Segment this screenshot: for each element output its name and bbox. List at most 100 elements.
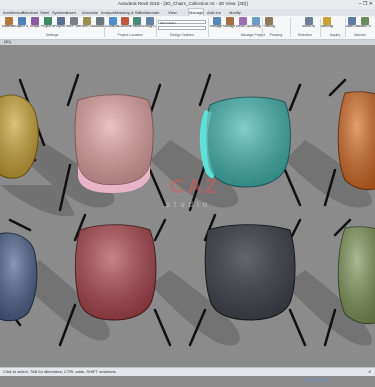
ribbon-button-label: MEP Settings <box>67 25 80 28</box>
object-styles-button[interactable]: Object Styles <box>15 17 28 33</box>
materials-icon <box>4 17 13 25</box>
quick-access-toolbar[interactable] <box>2 1 62 14</box>
phasing-icon <box>264 17 273 25</box>
macro-manager-icon <box>347 17 356 25</box>
manage-links-button[interactable]: Manage Links <box>210 17 223 33</box>
panel-separator <box>320 18 321 37</box>
ribbon-button-label: Object Styles <box>15 25 28 28</box>
ribbon-tabs: Architecture Structure Steel Systems Insert A… <box>0 8 375 17</box>
ribbon-button-label: Manage Images <box>223 25 236 28</box>
macro-security-button[interactable]: Macro Security <box>358 17 371 33</box>
additional-settings-icon <box>95 17 104 25</box>
panel-schedule-templates-button[interactable]: Panel Schedule Templates <box>80 17 93 33</box>
3d-viewport[interactable]: CAZ studio <box>0 45 375 367</box>
ribbon-button-label: Macro Manager <box>345 25 358 28</box>
panel-separator <box>262 18 263 37</box>
panel-label-settings: Settings <box>45 33 59 37</box>
panel-label-project-location: Project Location <box>117 33 143 37</box>
panel-separator <box>208 18 209 37</box>
select-pinned-icon[interactable] <box>325 378 329 382</box>
worksets-icon[interactable] <box>310 378 314 382</box>
tab-massing-site[interactable]: Massing & Site <box>115 9 142 16</box>
tab-structure[interactable]: Structure <box>22 9 38 16</box>
coordinates-icon <box>120 17 129 25</box>
tab-steel[interactable]: Steel <box>40 9 49 16</box>
ribbon-button-label: Starting View <box>249 25 262 28</box>
chair-scene: CAZ studio <box>0 73 375 347</box>
position-icon <box>132 17 141 25</box>
tab-modify[interactable]: Modify <box>229 9 241 16</box>
location-icon <box>108 17 117 25</box>
ribbon-button-label: Macro Security <box>358 25 371 28</box>
tab-add-ins[interactable]: Add-Ins <box>207 9 221 16</box>
ribbon-button-label: Design Options <box>143 25 156 28</box>
panel-label-design-options: Design Options <box>170 33 194 37</box>
snaps-button[interactable]: Snaps <box>28 17 41 33</box>
ribbon-button-label: Warnings <box>320 25 333 28</box>
project-parameters-button[interactable]: Project Parameters <box>54 17 67 33</box>
panel-schedule-icon <box>82 17 91 25</box>
manage-links-icon <box>212 17 221 25</box>
select-links-icon[interactable] <box>320 378 324 382</box>
ribbon-button-label: Panel Schedule Templates <box>80 25 93 28</box>
macro-security-icon <box>360 17 369 25</box>
ribbon-button-label: Select by ID <box>302 25 315 28</box>
design-option-select[interactable]: Main Model <box>158 20 206 25</box>
ribbon-button-label: Project Info <box>41 25 54 28</box>
macro-manager-button[interactable]: Macro Manager <box>345 17 358 33</box>
ribbon-button-label: Decal Types <box>236 25 249 28</box>
svg-text:CAZ: CAZ <box>170 176 220 198</box>
warnings-button[interactable]: Warnings <box>320 17 333 33</box>
panel-separator <box>104 18 105 37</box>
project-info-button[interactable]: Project Info <box>41 17 54 33</box>
design-option-icon[interactable] <box>315 378 319 382</box>
window-title: Autodesk Revit 2018 - [3D_Chairs_Collect… <box>118 1 248 6</box>
project-info-icon <box>43 17 52 25</box>
tab-annotate[interactable]: Annotate <box>82 9 98 16</box>
ribbon-button-label: Position <box>130 25 143 28</box>
panel-label-phasing: Phasing <box>269 33 283 37</box>
snaps-icon <box>30 17 39 25</box>
starting-view-button[interactable]: Starting View <box>249 17 262 33</box>
decal-types-icon <box>238 17 247 25</box>
tab-view[interactable]: View <box>168 9 177 16</box>
tab-analyze[interactable]: Analyze <box>101 9 115 16</box>
position-button[interactable]: Position <box>130 17 143 33</box>
project-parameters-icon <box>56 17 65 25</box>
selection-count: :0 <box>367 369 371 374</box>
view-controls[interactable] <box>305 369 345 382</box>
decal-types-button[interactable]: Decal Types <box>236 17 249 33</box>
warnings-icon <box>322 17 331 25</box>
starting-view-icon <box>251 17 260 25</box>
manage-images-button[interactable]: Manage Images <box>223 17 236 33</box>
mep-settings-icon <box>69 17 78 25</box>
manage-images-icon <box>225 17 234 25</box>
ribbon-button-label: Materials <box>2 25 15 28</box>
svg-text:studio: studio <box>166 200 211 209</box>
status-text: Click to select, TAB for alternates, CTR… <box>3 369 117 374</box>
panel-separator <box>156 18 157 37</box>
ribbon-button-label: Phasing <box>262 25 275 28</box>
ribbon: MaterialsObject StylesSnapsProject InfoP… <box>0 16 375 40</box>
materials-button[interactable]: Materials <box>2 17 15 33</box>
window-controls[interactable]: – ❐ ✕ <box>359 1 373 7</box>
select-by-id-button[interactable]: Select by ID <box>302 17 315 33</box>
panel-separator <box>290 18 291 37</box>
design-options-icon <box>145 17 154 25</box>
active-option-select[interactable] <box>158 26 206 30</box>
ribbon-button-label: Project Parameters <box>54 25 67 28</box>
tab-collaborate[interactable]: Collaborate <box>139 9 159 16</box>
panel-separator <box>345 18 346 37</box>
design-options-button[interactable]: Design Options <box>143 17 156 33</box>
object-styles-icon <box>17 17 26 25</box>
select-by-id-icon <box>304 17 313 25</box>
chair-shadows <box>0 140 372 346</box>
ribbon-button-label: Manage Links <box>210 25 223 28</box>
filter-icon[interactable] <box>305 378 309 382</box>
panel-label-selection: Selection <box>297 33 313 37</box>
panel-label-macros: Macros <box>354 33 366 37</box>
phasing-button[interactable]: Phasing <box>262 17 275 33</box>
mep-settings-button[interactable]: MEP Settings <box>67 17 80 33</box>
ribbon-button-label: Snaps <box>29 25 40 28</box>
tab-insert[interactable]: Insert <box>66 9 76 16</box>
